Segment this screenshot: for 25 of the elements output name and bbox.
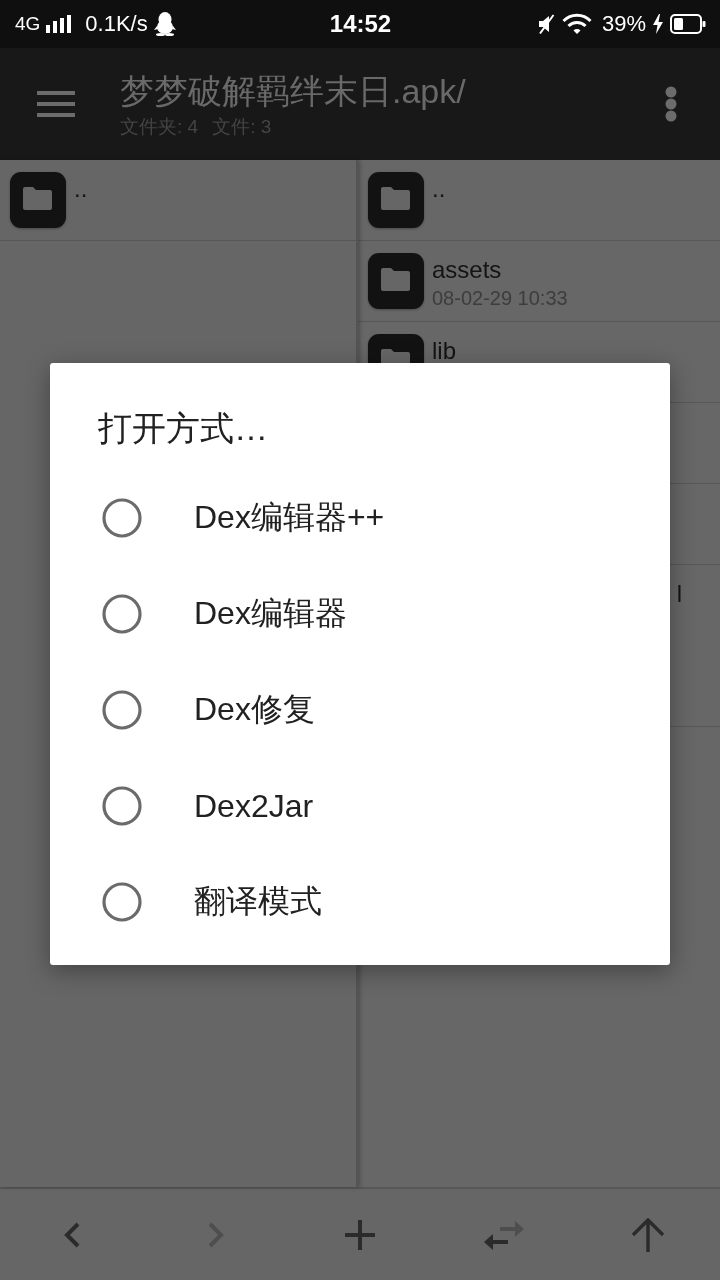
network-type: 4G	[15, 13, 41, 35]
dialog-title: 打开方式…	[97, 408, 268, 449]
battery-icon	[670, 14, 706, 34]
open-with-option[interactable]: 翻译模式	[50, 854, 670, 950]
charging-bolt-icon	[653, 14, 663, 34]
open-with-option[interactable]: Dex编辑器	[50, 566, 670, 662]
open-with-option[interactable]: Dex2Jar	[50, 758, 670, 854]
folder-path-title: 梦梦破解羁绊末日.apk/	[120, 70, 467, 112]
open-with-option[interactable]: Dex修复	[50, 662, 670, 758]
wifi-icon	[561, 13, 592, 35]
network-speed: 0.1K/s	[85, 11, 148, 37]
menu-icon	[37, 91, 75, 117]
signal-icon	[46, 15, 73, 33]
folder-icon	[368, 253, 424, 309]
folder-icon	[10, 172, 66, 228]
muted-speaker-icon	[536, 14, 555, 34]
open-with-option[interactable]: Dex编辑器++	[50, 470, 670, 566]
folder-icon	[368, 334, 424, 364]
more-options-icon	[665, 86, 677, 122]
folder-icon	[368, 172, 424, 228]
more-options-button[interactable]	[665, 86, 677, 122]
battery-percent: 39%	[601, 11, 646, 37]
penguin-icon	[153, 12, 176, 36]
clock: 14:52	[329, 10, 392, 38]
menu-button[interactable]	[37, 91, 75, 117]
